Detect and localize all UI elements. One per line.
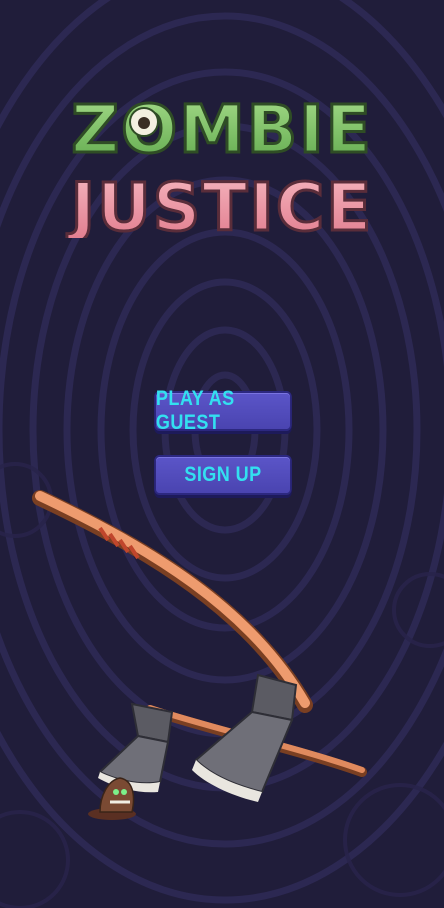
- eyeball-icon: [129, 107, 159, 137]
- axe-icon: [32, 490, 313, 802]
- logo-line1: ZOMBIE: [71, 91, 373, 168]
- play-as-guest-button[interactable]: PLAY AS GUEST: [154, 387, 292, 434]
- crossed-axes-illustration: [32, 490, 367, 820]
- logo-line2: JUSTICE: [67, 169, 374, 238]
- zombie-hand-icon: [88, 777, 136, 820]
- game-screen: ZOMBIE JUSTICE PLAY AS GUEST SIGN UP: [0, 0, 444, 908]
- game-logo: ZOMBIE JUSTICE: [65, 90, 374, 239]
